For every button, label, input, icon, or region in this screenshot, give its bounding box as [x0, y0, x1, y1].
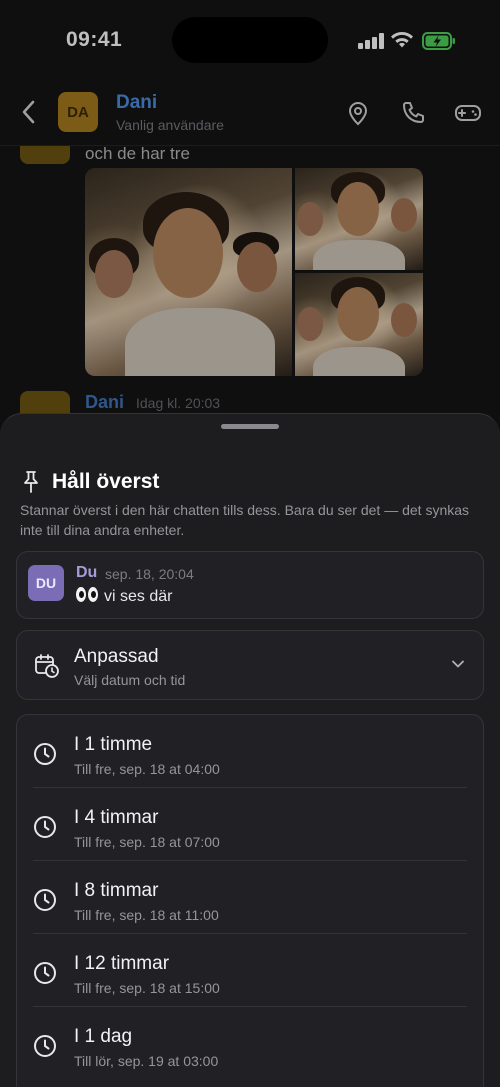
pin-bottom-sheet: Håll överst Stannar överst i den här cha… [0, 413, 500, 1087]
custom-duration-button[interactable]: Anpassad Välj datum och tid [16, 630, 484, 700]
chevron-down-icon [452, 660, 464, 668]
sheet-grabber[interactable] [221, 424, 279, 429]
pin-icon [24, 471, 38, 493]
option-1-day[interactable]: I 1 dag Till lör, sep. 19 at 03:00 [17, 1007, 483, 1080]
clock-icon [34, 743, 56, 765]
pinned-message-text: vi ses där [104, 588, 173, 605]
custom-title: Anpassad [74, 646, 159, 667]
sheet-description: Stannar överst i den här chatten tills d… [20, 502, 470, 538]
duration-options-list: I 1 timme Till fre, sep. 18 at 04:00 I 4… [16, 714, 484, 1087]
option-title: I 8 timmar [74, 880, 159, 901]
clock-icon [34, 1035, 56, 1057]
pinned-message-preview: DU Du sep. 18, 20:04 vi ses där [16, 551, 484, 619]
option-1-hour[interactable]: I 1 timme Till fre, sep. 18 at 04:00 [17, 715, 483, 788]
option-subtitle: Till fre, sep. 18 at 15:00 [74, 980, 220, 996]
option-8-hours[interactable]: I 8 timmar Till fre, sep. 18 at 11:00 [17, 861, 483, 934]
option-title: I 1 dag [74, 1026, 133, 1047]
eyes-emoji-icon [76, 587, 98, 603]
pinned-message-time: sep. 18, 20:04 [105, 566, 194, 582]
clock-icon [34, 816, 56, 838]
option-title: I 12 timmar [74, 953, 170, 974]
clock-icon [34, 889, 56, 911]
clock-icon [34, 962, 56, 984]
option-4-hours[interactable]: I 4 timmar Till fre, sep. 18 at 07:00 [17, 788, 483, 861]
pinned-message-sender: Du [76, 564, 98, 581]
option-subtitle: Till fre, sep. 18 at 04:00 [74, 761, 220, 777]
avatar: DU [28, 565, 64, 601]
calendar-clock-icon [35, 654, 59, 678]
option-subtitle: Till fre, sep. 18 at 11:00 [74, 907, 219, 923]
option-12-hours[interactable]: I 12 timmar Till fre, sep. 18 at 15:00 [17, 934, 483, 1007]
pinned-message-body: vi ses där [76, 587, 172, 606]
option-title: I 4 timmar [74, 807, 159, 828]
option-title: I 1 timme [74, 734, 153, 755]
sheet-title: Håll överst [52, 470, 160, 493]
custom-subtitle: Välj datum och tid [74, 672, 186, 688]
option-subtitle: Till fre, sep. 18 at 07:00 [74, 834, 220, 850]
option-subtitle: Till lör, sep. 19 at 03:00 [74, 1053, 219, 1069]
